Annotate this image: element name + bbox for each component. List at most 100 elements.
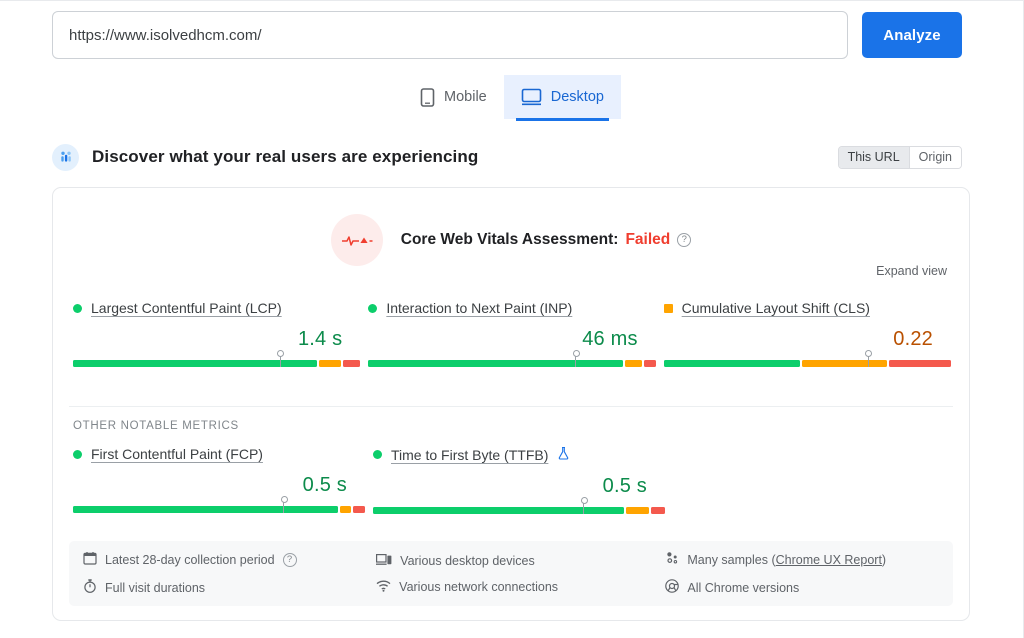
real-user-data-icon bbox=[52, 143, 79, 171]
analyze-button[interactable]: Analyze bbox=[862, 12, 962, 58]
tab-mobile-label: Mobile bbox=[444, 89, 487, 105]
footer-column-1: Latest 28-day collection period ? Full v… bbox=[83, 551, 376, 596]
expand-view-button[interactable]: Expand view bbox=[876, 264, 947, 278]
bar-segment-average bbox=[318, 360, 342, 367]
scope-toggle: This URL Origin bbox=[837, 145, 962, 169]
metric-distribution-bar bbox=[368, 350, 656, 367]
metric-distribution-bar bbox=[663, 350, 951, 367]
metric-value-marker bbox=[580, 497, 588, 514]
flask-icon bbox=[557, 446, 570, 463]
footer-item: Many samples (Chrome UX Report) bbox=[665, 551, 939, 568]
tab-desktop[interactable]: Desktop bbox=[503, 75, 621, 121]
bar-segment-average bbox=[625, 360, 643, 367]
metric-header: Largest Contentful Paint (LCP) bbox=[73, 300, 360, 316]
metric-name-link[interactable]: First Contentful Paint (FCP) bbox=[91, 446, 263, 462]
footer-item-label: Various desktop devices bbox=[400, 553, 535, 568]
other-metrics-grid: First Contentful Paint (FCP) 0.5 s Time … bbox=[53, 446, 969, 514]
bar-segment-good bbox=[373, 507, 624, 514]
metric-rating-dot bbox=[373, 450, 382, 459]
collection-info-footer: Latest 28-day collection period ? Full v… bbox=[69, 541, 953, 606]
bar-segment-average bbox=[801, 360, 887, 367]
footer-item-label: Various network connections bbox=[399, 580, 559, 594]
metric-value: 0.5 s bbox=[602, 475, 647, 497]
metric-value: 46 ms bbox=[582, 328, 638, 350]
stopwatch-icon bbox=[83, 579, 97, 596]
footer-column-2: Various desktop devices Various network … bbox=[376, 553, 665, 595]
metric-value-marker bbox=[280, 496, 288, 513]
page-title: Discover what your real users are experi… bbox=[92, 147, 479, 166]
footer-item: Full visit durations bbox=[83, 579, 376, 596]
wifi-icon bbox=[376, 580, 391, 595]
url-search-row: Analyze bbox=[52, 11, 962, 59]
bar-segment-poor bbox=[644, 360, 656, 367]
scope-this-url-button[interactable]: This URL bbox=[838, 146, 909, 168]
scope-origin-button[interactable]: Origin bbox=[908, 146, 961, 168]
footer-item: Latest 28-day collection period ? bbox=[83, 551, 376, 568]
chrome-icon bbox=[665, 579, 680, 596]
core-metrics-grid: Largest Contentful Paint (LCP) 1.4 s Int… bbox=[53, 300, 969, 367]
calendar-icon bbox=[83, 551, 97, 568]
bar-segment-average bbox=[339, 506, 352, 513]
metric-value: 0.5 s bbox=[302, 474, 347, 496]
metric-cls: Cumulative Layout Shift (CLS) 0.22 bbox=[660, 300, 955, 367]
bar-segment-poor bbox=[650, 507, 665, 514]
chrome-ux-report-link[interactable]: Chrome UX Report bbox=[776, 553, 882, 567]
samples-icon bbox=[665, 551, 679, 568]
footer-item-label: Latest 28-day collection period bbox=[105, 552, 275, 567]
metric-distribution-bar bbox=[373, 497, 665, 514]
metric-name-link[interactable]: Time to First Byte (TTFB) bbox=[391, 447, 548, 463]
pulse-failed-icon bbox=[330, 214, 383, 266]
metric-inp: Interaction to Next Paint (INP) 46 ms bbox=[364, 300, 659, 367]
footer-item-label: Full visit durations bbox=[105, 580, 206, 595]
footer-item: Various network connections bbox=[376, 580, 665, 595]
metric-header: Interaction to Next Paint (INP) bbox=[368, 300, 655, 316]
metric-value-marker bbox=[572, 350, 580, 367]
metric-distribution-bar bbox=[73, 496, 365, 513]
metric-fcp: First Contentful Paint (FCP) 0.5 s bbox=[69, 446, 369, 514]
metric-header: Cumulative Layout Shift (CLS) bbox=[663, 300, 951, 316]
collection-period-help-icon[interactable]: ? bbox=[282, 552, 297, 567]
metric-name-link[interactable]: Largest Contentful Paint (LCP) bbox=[91, 300, 282, 316]
url-input[interactable] bbox=[52, 11, 848, 59]
metric-value-marker bbox=[865, 350, 873, 367]
devices-icon bbox=[376, 553, 392, 569]
bar-segment-average bbox=[625, 507, 649, 514]
bar-segment-good bbox=[73, 506, 338, 513]
assessment-help-icon[interactable]: ? bbox=[677, 233, 692, 247]
metric-rating-dot bbox=[663, 303, 673, 313]
metric-header: Time to First Byte (TTFB) bbox=[373, 446, 665, 463]
bar-segment-good bbox=[663, 360, 800, 367]
metrics-divider bbox=[69, 406, 953, 407]
metric-lcp: Largest Contentful Paint (LCP) 1.4 s bbox=[69, 300, 364, 367]
metric-ttfb: Time to First Byte (TTFB) 0.5 s bbox=[369, 446, 669, 514]
metric-distribution-bar bbox=[73, 350, 361, 367]
metric-rating-dot bbox=[73, 449, 82, 459]
metric-value-marker bbox=[277, 350, 285, 367]
footer-item-label: Many samples (Chrome UX Report) bbox=[687, 552, 887, 567]
footer-column-3: Many samples (Chrome UX Report) All Chro… bbox=[665, 551, 939, 596]
metric-rating-dot bbox=[368, 303, 378, 313]
tab-desktop-label: Desktop bbox=[550, 89, 604, 105]
other-metrics-label: OTHER NOTABLE METRICS bbox=[73, 420, 239, 432]
metric-header: First Contentful Paint (FCP) bbox=[73, 446, 365, 462]
bar-segment-poor bbox=[888, 360, 951, 367]
assessment-label: Core Web Vitals Assessment: bbox=[400, 231, 619, 248]
form-factor-tabs: Mobile Desktop bbox=[0, 75, 1024, 121]
desktop-icon bbox=[521, 88, 542, 106]
footer-item: All Chrome versions bbox=[665, 579, 939, 596]
metric-rating-dot bbox=[73, 303, 82, 313]
pagespeed-insights-page: Analyze Mobile Desktop bbox=[0, 0, 1024, 638]
discover-header: Discover what your real users are experi… bbox=[52, 143, 962, 171]
field-data-card: Core Web Vitals Assessment: Failed ? Exp… bbox=[52, 187, 970, 621]
metric-name-link[interactable]: Cumulative Layout Shift (CLS) bbox=[682, 300, 870, 316]
assessment-title: Core Web Vitals Assessment: Failed ? bbox=[400, 231, 692, 249]
mobile-icon bbox=[420, 87, 435, 107]
bar-segment-poor bbox=[343, 360, 361, 367]
metric-name-link[interactable]: Interaction to Next Paint (INP) bbox=[386, 300, 572, 316]
footer-item: Various desktop devices bbox=[376, 553, 665, 569]
bar-segment-poor bbox=[353, 506, 365, 513]
core-web-vitals-header: Core Web Vitals Assessment: Failed ? bbox=[53, 214, 969, 266]
bar-segment-good bbox=[368, 360, 624, 367]
tab-mobile[interactable]: Mobile bbox=[403, 75, 504, 119]
footer-item-label: All Chrome versions bbox=[687, 580, 800, 595]
